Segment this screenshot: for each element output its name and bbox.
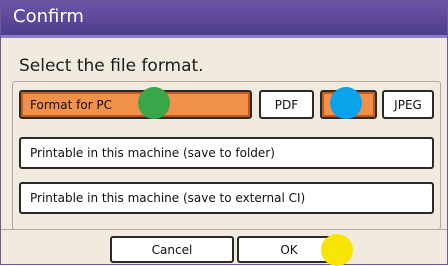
green-marker-dot [138,87,170,119]
save-to-folder-button[interactable]: Printable in this machine (save to folde… [19,137,434,169]
footer-divider [1,229,447,230]
pdf-label: PDF [274,97,299,112]
save-to-folder-label: Printable in this machine (save to folde… [30,146,275,160]
cancel-button[interactable]: Cancel [110,236,234,263]
format-for-pc-button[interactable]: Format for PC [19,90,252,119]
blue-marker-dot [330,87,362,119]
yellow-marker-dot [321,234,353,266]
pdf-button[interactable]: PDF [259,90,314,119]
jpeg-button[interactable]: JPEG [382,90,434,119]
jpeg-label: JPEG [394,97,422,112]
format-for-pc-label: Format for PC [30,97,113,112]
title-bar: Confirm [1,1,447,38]
confirm-dialog: Confirm Select the file format. Format f… [0,0,448,266]
cancel-label: Cancel [151,242,193,257]
save-to-external-button[interactable]: Printable in this machine (save to exter… [19,182,434,214]
dialog-prompt: Select the file format. [19,56,204,76]
dialog-title: Confirm [13,6,84,27]
save-to-external-label: Printable in this machine (save to exter… [30,191,306,205]
ok-label: OK [280,242,298,257]
